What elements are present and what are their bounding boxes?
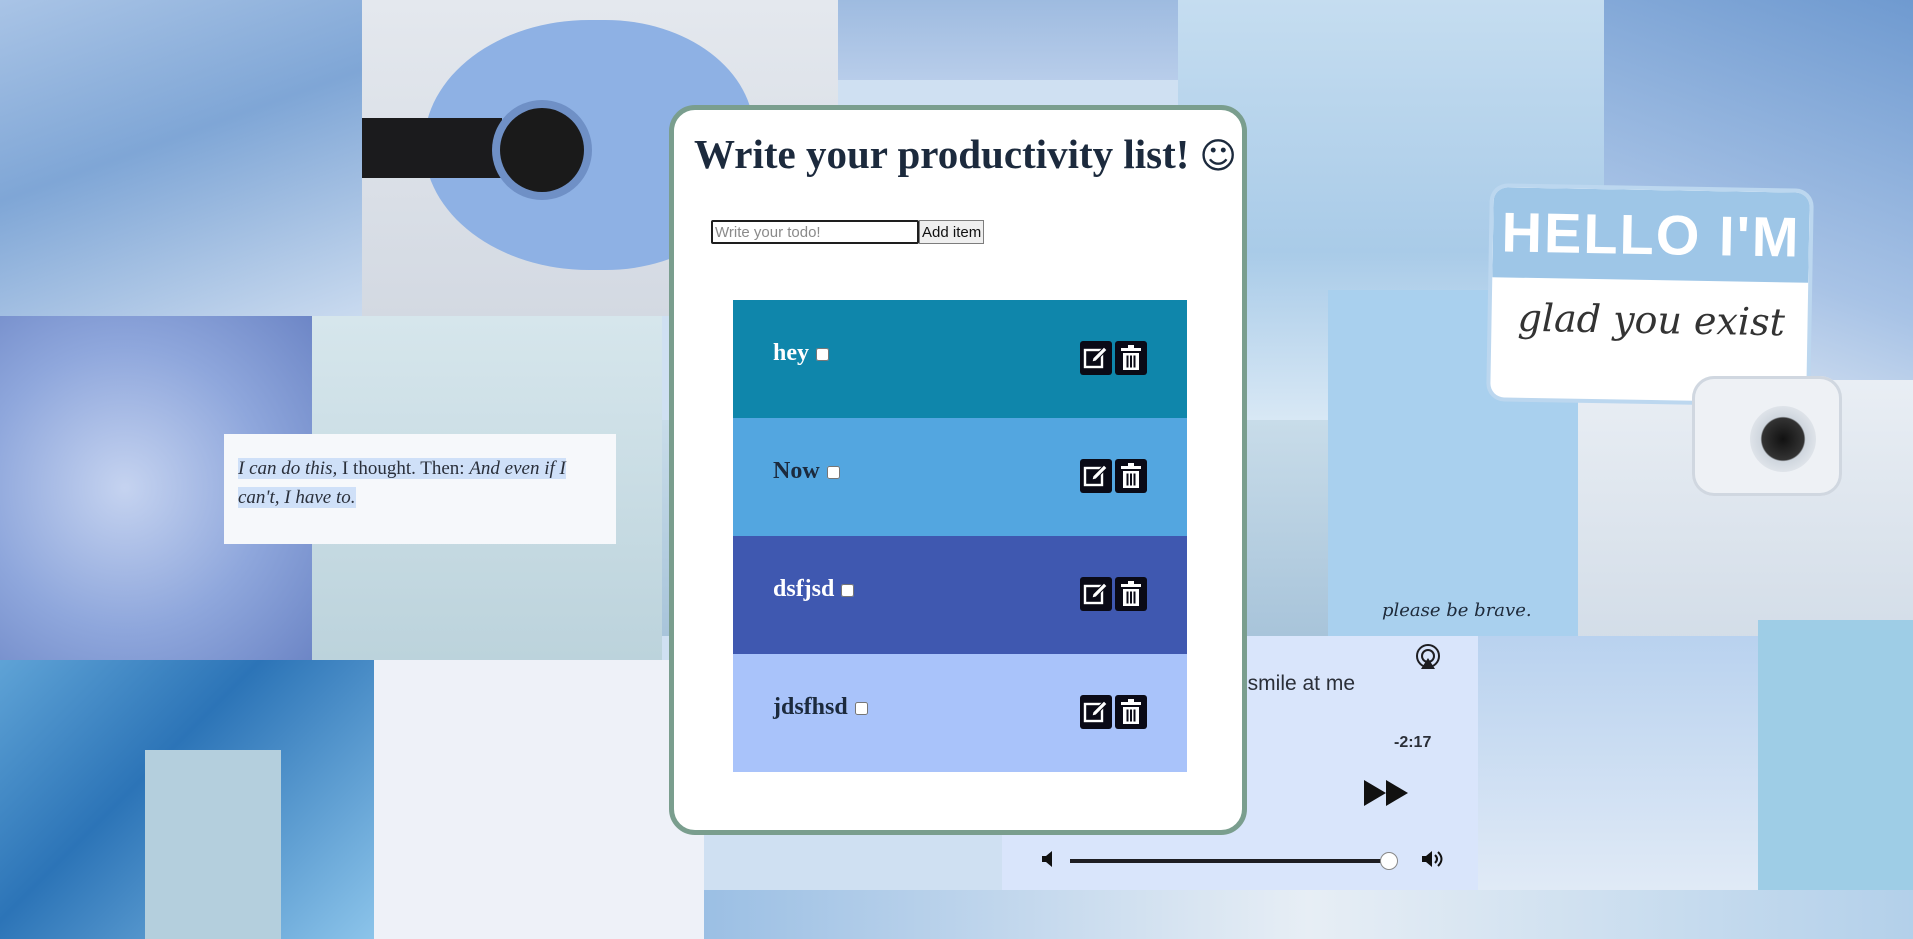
volume-knob bbox=[1380, 852, 1398, 870]
fast-forward-icon bbox=[1364, 778, 1410, 813]
edit-icon[interactable] bbox=[1080, 341, 1112, 375]
todo-item: hey bbox=[733, 300, 1187, 418]
bg-tile-hydrangea bbox=[1478, 636, 1758, 890]
todo-item-checkbox[interactable] bbox=[841, 584, 855, 597]
todo-form: Add item bbox=[711, 220, 985, 244]
todo-item-label: hey bbox=[773, 340, 829, 367]
music-time: -2:17 bbox=[1394, 734, 1432, 751]
todo-list: hey Now dsfjsd jdsfhsd bbox=[733, 300, 1187, 772]
todo-item-actions bbox=[1080, 341, 1147, 375]
quote-note: I can do this, I thought. Then: And even… bbox=[224, 434, 616, 544]
trash-icon[interactable] bbox=[1115, 341, 1147, 375]
page-title-text: Write your productivity list! bbox=[694, 131, 1190, 177]
todo-item-checkbox[interactable] bbox=[816, 348, 829, 361]
edit-icon[interactable] bbox=[1080, 459, 1112, 493]
ukulele-neck bbox=[362, 118, 502, 178]
smile-icon: ☺ bbox=[1199, 136, 1237, 177]
todo-item: jdsfhsd bbox=[733, 654, 1187, 772]
volume-low-icon bbox=[1040, 850, 1054, 873]
edit-icon[interactable] bbox=[1080, 577, 1112, 611]
bg-tile-book-clouds bbox=[0, 0, 362, 316]
todo-item-actions bbox=[1080, 695, 1147, 729]
volume-bar bbox=[1070, 859, 1390, 863]
todo-item-text: dsfjsd bbox=[773, 576, 835, 602]
bg-tile-gameboy bbox=[1758, 620, 1913, 890]
todo-input[interactable] bbox=[711, 220, 919, 244]
hello-sticker-title: HELLO I'M bbox=[1492, 187, 1810, 283]
camera-lens bbox=[1750, 406, 1816, 472]
volume-high-icon bbox=[1420, 850, 1446, 873]
edit-icon[interactable] bbox=[1080, 695, 1112, 729]
page-title: Write your productivity list! ☺ bbox=[694, 130, 1237, 178]
bg-tile-stars bbox=[838, 0, 1178, 80]
todo-item: dsfjsd bbox=[733, 536, 1187, 654]
trash-icon[interactable] bbox=[1115, 695, 1147, 729]
todo-item-label: jdsfhsd bbox=[773, 694, 868, 721]
music-lyric: t smile at me bbox=[1236, 672, 1356, 695]
todo-card: Write your productivity list!☺ Add item … bbox=[669, 105, 1247, 835]
todo-item-text: hey bbox=[773, 340, 809, 366]
bg-tile-bottom-strip bbox=[704, 890, 1913, 939]
todo-item-checkbox[interactable] bbox=[826, 466, 840, 479]
todo-item-text: jdsfhsd bbox=[773, 694, 848, 720]
todo-item-label: dsfjsd bbox=[773, 576, 855, 603]
todo-item: Now bbox=[733, 418, 1187, 536]
todo-item-actions bbox=[1080, 577, 1147, 611]
add-item-button[interactable]: Add item bbox=[919, 220, 985, 244]
trash-icon[interactable] bbox=[1115, 459, 1147, 493]
hello-sticker-script: glad you exist bbox=[1517, 295, 1786, 345]
bg-tile-street-sketch bbox=[374, 660, 704, 939]
trash-icon[interactable] bbox=[1115, 577, 1147, 611]
todo-item-label: Now bbox=[773, 458, 840, 485]
quote-part-1: I can do this, bbox=[238, 458, 338, 479]
brave-caption: please be brave. bbox=[1382, 600, 1532, 621]
quote-part-2: I thought. Then: bbox=[337, 458, 470, 479]
camera-image bbox=[1692, 376, 1842, 496]
airplay-icon bbox=[1414, 642, 1442, 675]
todo-item-text: Now bbox=[773, 458, 820, 484]
bg-tile-planets bbox=[145, 750, 281, 939]
todo-item-actions bbox=[1080, 459, 1147, 493]
todo-item-checkbox[interactable] bbox=[854, 702, 868, 715]
hello-sticker: HELLO I'M glad you exist bbox=[1490, 187, 1810, 403]
ukulele-soundhole bbox=[500, 108, 584, 192]
